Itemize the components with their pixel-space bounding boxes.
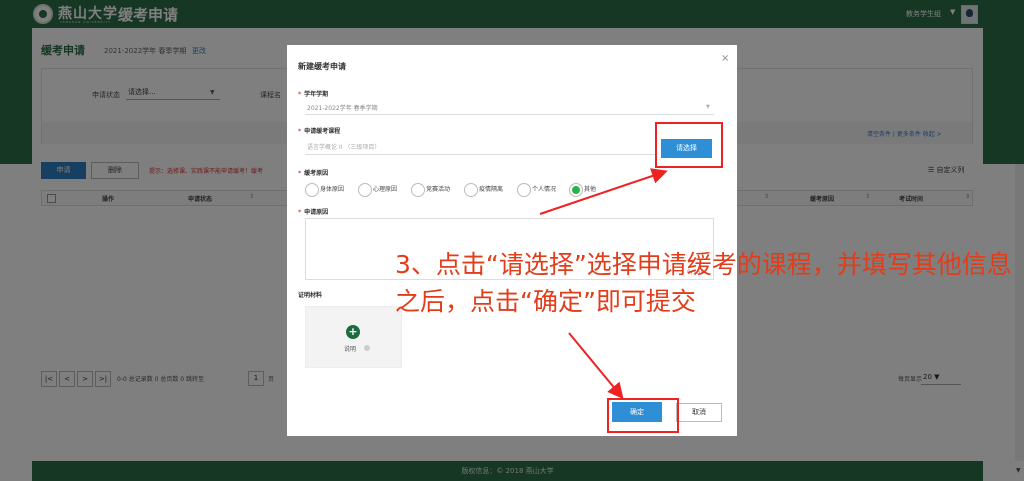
arrow-to-select-button (539, 168, 668, 215)
arrow-to-confirm-button (568, 332, 624, 400)
instruction-annotation: 3、点击“请选择”选择申请缓考的课程，并填写其他信息之后，点击“确定”即可提交 (395, 250, 1012, 316)
annotation-arrows (539, 168, 668, 400)
